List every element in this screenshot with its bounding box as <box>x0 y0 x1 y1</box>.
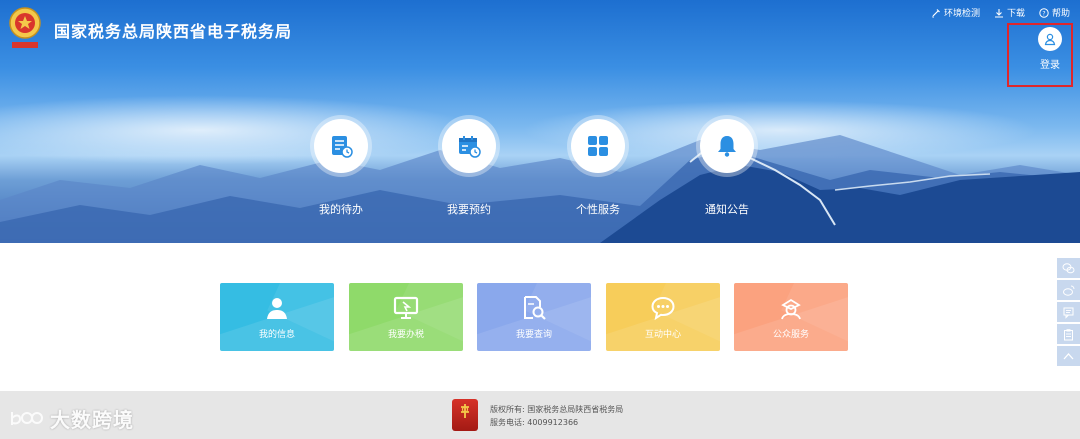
svg-text:?: ? <box>1042 10 1045 17</box>
quick-action-label: 通知公告 <box>705 203 749 216</box>
site-title: 国家税务总局陕西省电子税务局 <box>54 22 293 41</box>
quick-action-appointment[interactable]: 我要预约 <box>419 119 519 217</box>
quick-action-label: 我的待办 <box>319 203 363 216</box>
tile-label: 互动中心 <box>644 330 681 340</box>
quick-action-todo[interactable]: 我的待办 <box>291 119 391 217</box>
quick-action-label: 个性服务 <box>576 203 620 216</box>
tile-public-service[interactable]: 公众服务 <box>734 283 848 351</box>
clipboard-button[interactable] <box>1057 324 1080 344</box>
person-service-icon <box>781 298 801 320</box>
message-button[interactable] <box>1057 302 1080 322</box>
weibo-button[interactable] <box>1057 280 1080 300</box>
environment-check-link[interactable]: 环境检测 <box>931 6 980 19</box>
download-label: 下载 <box>1006 9 1025 19</box>
help-icon: ? <box>1039 7 1049 18</box>
watermark: 大数跨境 <box>8 404 134 433</box>
footer: 版权所有: 国家税务总局陕西省税务局 服务电话: 4009912366 <box>0 391 1080 439</box>
bell-icon <box>718 136 736 157</box>
tile-interaction-center[interactable]: 互动中心 <box>606 283 720 351</box>
tile-label: 公众服务 <box>772 330 809 340</box>
hero-banner: 国家税务总局陕西省电子税务局 环境检测 下载 ? 帮助 我的待办 我要预约 个性… <box>0 0 1080 243</box>
environment-check-label: 环境检测 <box>943 9 980 19</box>
login-button[interactable] <box>1038 27 1062 51</box>
clipboard-icon <box>1064 328 1073 340</box>
back-to-top-icon <box>1063 352 1074 359</box>
tax-emblem-logo <box>9 7 41 48</box>
tax-badge-icon <box>461 404 469 418</box>
wechat-button[interactable] <box>1057 258 1080 278</box>
user-icon <box>267 298 287 319</box>
footer-copyright: 版权所有: 国家税务总局陕西省税务局 <box>490 405 624 414</box>
help-link[interactable]: ? 帮助 <box>1039 6 1070 19</box>
wechat-icon <box>1062 262 1075 273</box>
tile-label: 我要办税 <box>387 330 424 340</box>
help-label: 帮助 <box>1051 9 1070 19</box>
download-icon <box>994 8 1003 18</box>
watermark-text: 大数跨境 <box>50 408 134 432</box>
tile-query[interactable]: 我要查询 <box>477 283 591 351</box>
user-icon <box>1044 33 1056 46</box>
grid-icon <box>588 136 608 156</box>
tile-label: 我要查询 <box>515 330 552 340</box>
tools-icon <box>932 8 940 18</box>
quick-action-personal-service[interactable]: 个性服务 <box>548 119 648 217</box>
todo-list-icon <box>332 136 353 158</box>
monitor-icon <box>393 296 419 319</box>
watermark-logo-icon <box>11 411 43 425</box>
download-link[interactable]: 下载 <box>994 6 1025 19</box>
message-icon <box>1063 307 1074 319</box>
login-label[interactable]: 登录 <box>1038 56 1062 71</box>
back-to-top-button[interactable] <box>1057 346 1080 366</box>
tile-label: 我的信息 <box>258 330 295 340</box>
weibo-icon <box>1063 285 1075 296</box>
footer-badge-logo <box>452 399 478 431</box>
tile-my-info[interactable]: 我的信息 <box>220 283 334 351</box>
top-links: 环境检测 下载 ? 帮助 <box>931 6 1070 19</box>
quick-action-notices[interactable]: 通知公告 <box>677 119 777 217</box>
chat-icon <box>651 296 675 321</box>
side-toolbar <box>1057 258 1080 368</box>
quick-action-label: 我要预约 <box>447 203 491 216</box>
search-document-icon <box>524 296 546 320</box>
tile-tax-filing[interactable]: 我要办税 <box>349 283 463 351</box>
calendar-clock-icon <box>459 136 481 158</box>
footer-phone: 服务电话: 4009912366 <box>490 418 579 427</box>
